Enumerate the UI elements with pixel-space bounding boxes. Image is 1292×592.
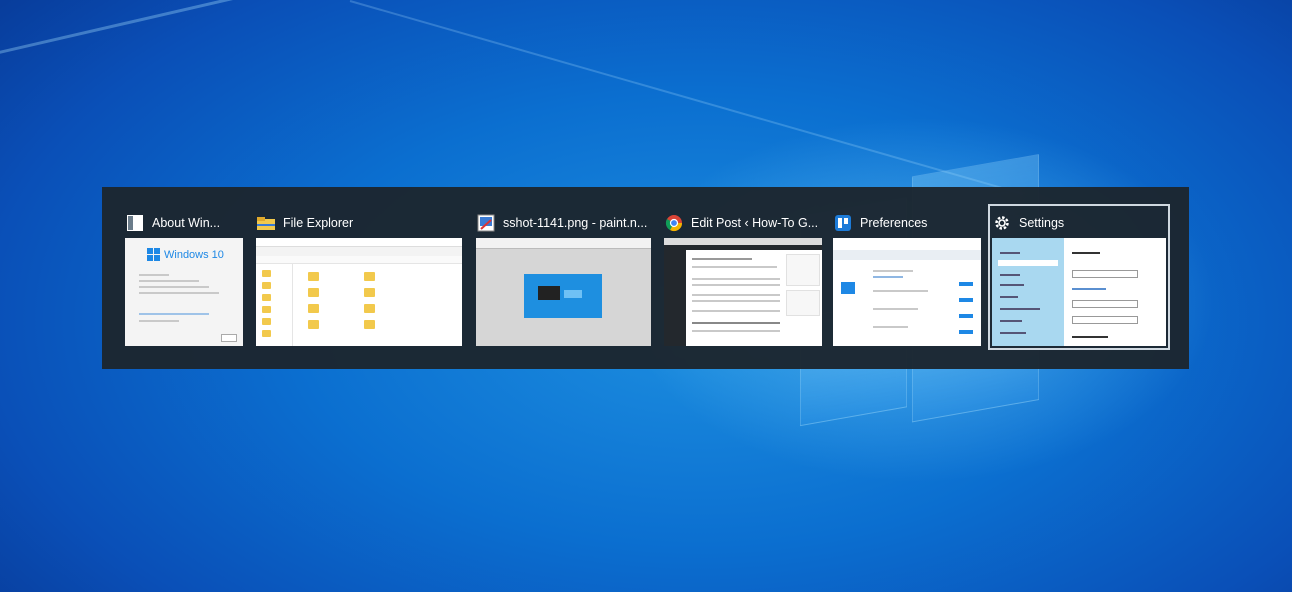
trello-icon xyxy=(833,213,853,233)
light-beam xyxy=(349,0,1024,195)
window-title: About Win... xyxy=(152,216,221,230)
windows-10-label: Windows 10 xyxy=(164,249,224,261)
window-tile-chrome[interactable]: Edit Post ‹ How-To G... xyxy=(664,208,822,346)
window-thumbnail xyxy=(476,238,651,346)
windows-logo-icon xyxy=(147,248,160,261)
about-windows-icon xyxy=(125,213,145,233)
window-title: sshot-1141.png - paint.n... xyxy=(503,216,648,230)
gear-icon xyxy=(992,213,1012,233)
window-title: Preferences xyxy=(860,216,928,230)
folder-icon xyxy=(256,213,276,233)
chrome-icon xyxy=(664,213,684,233)
window-thumbnail xyxy=(256,238,462,346)
alt-tab-switcher: About Win... Windows 10 File Explorer ss… xyxy=(102,187,1189,369)
window-tile-about-windows[interactable]: About Win... Windows 10 xyxy=(125,208,243,346)
window-title: File Explorer xyxy=(283,216,354,230)
window-thumbnail: Windows 10 xyxy=(125,238,243,346)
window-tile-preferences[interactable]: Preferences xyxy=(833,208,981,346)
window-thumbnail xyxy=(664,238,822,346)
paint-net-icon xyxy=(476,213,496,233)
window-tile-file-explorer[interactable]: File Explorer xyxy=(256,208,462,346)
window-tile-paint-net[interactable]: sshot-1141.png - paint.n... xyxy=(476,208,651,346)
light-beam xyxy=(0,0,1033,63)
window-title: Settings xyxy=(1019,216,1065,230)
window-thumbnail xyxy=(992,238,1166,346)
window-title: Edit Post ‹ How-To G... xyxy=(691,216,819,230)
window-thumbnail xyxy=(833,238,981,346)
window-tile-settings[interactable]: Settings xyxy=(988,204,1170,350)
